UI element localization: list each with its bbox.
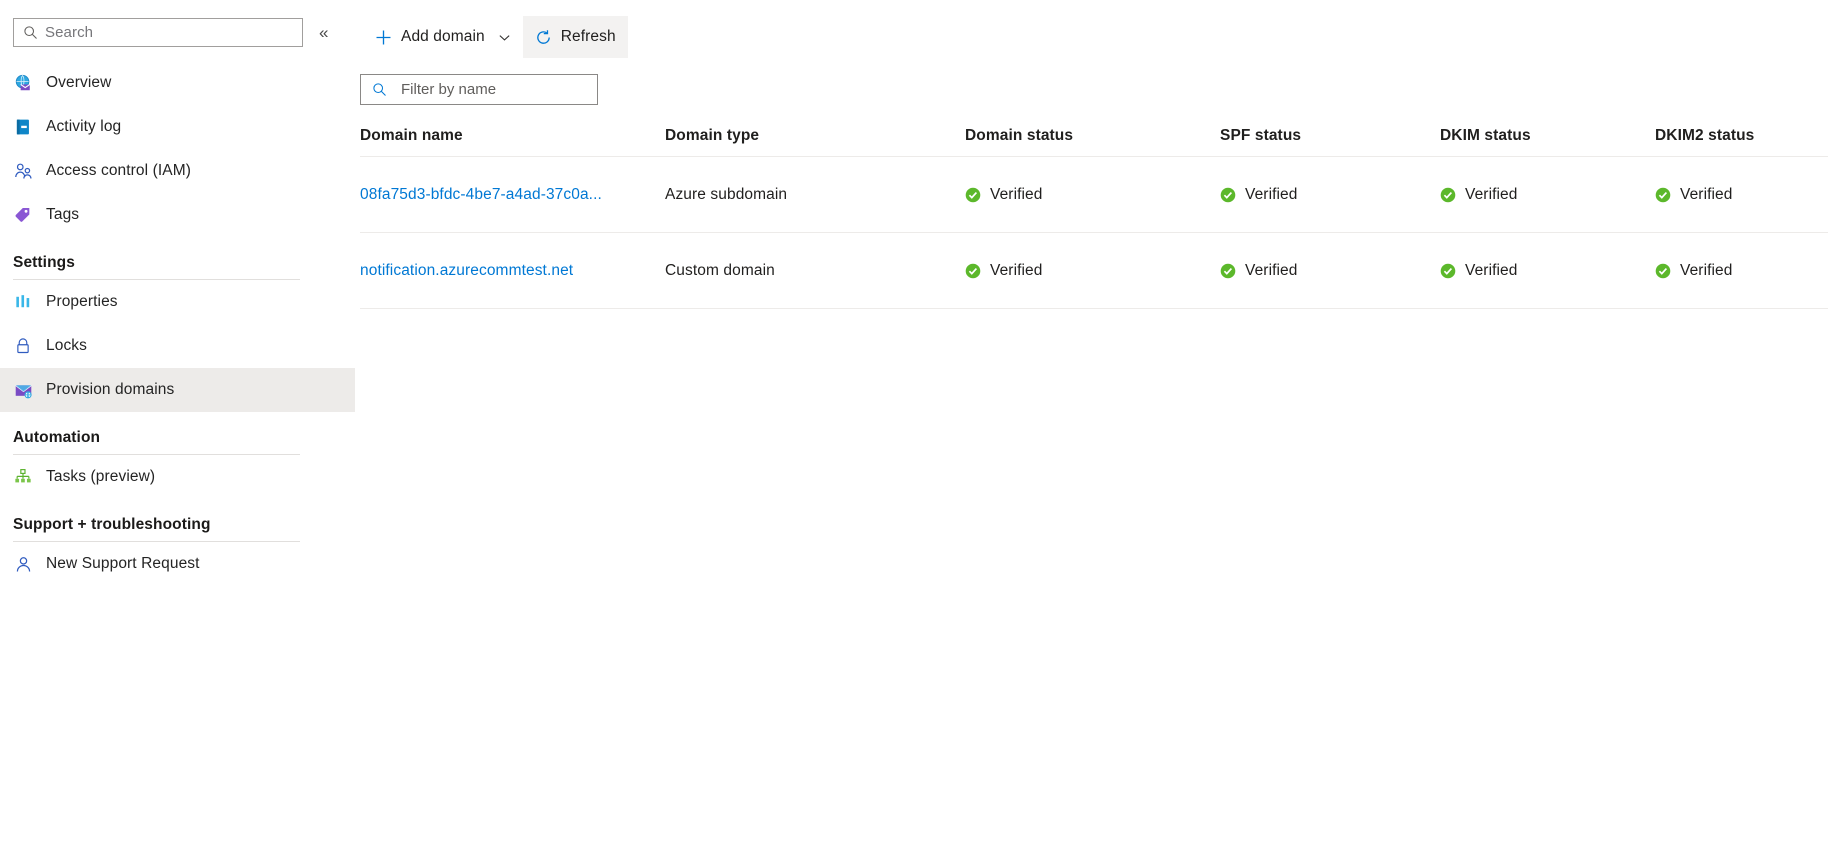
cell-domain-status: Verified <box>965 156 1220 233</box>
properties-icon <box>13 292 33 312</box>
cell-domain-type: Azure subdomain <box>665 156 965 233</box>
cell-spf-status: Verified <box>1220 156 1440 233</box>
email-globe-icon <box>13 73 33 93</box>
filter-by-name-input[interactable]: Filter by name <box>360 74 598 105</box>
section-title: Support + troubleshooting <box>13 516 211 533</box>
verified-check-icon <box>965 263 981 279</box>
sidebar-item-label: Properties <box>46 293 118 310</box>
refresh-label: Refresh <box>560 28 616 45</box>
status-label: Verified <box>990 185 1043 203</box>
cell-dkim-status: Verified <box>1440 156 1655 233</box>
status-label: Verified <box>1465 185 1518 203</box>
sidebar-top-nav: Overview Activity log Access control (IA… <box>0 61 355 237</box>
sidebar-item-label: Tags <box>46 206 80 223</box>
verified-check-icon <box>1220 187 1236 203</box>
verified-check-icon <box>1655 187 1671 203</box>
verified-check-icon <box>965 187 981 203</box>
search-icon <box>372 82 387 97</box>
cell-spf-status: Verified <box>1220 232 1440 309</box>
sidebar-item-locks[interactable]: Locks <box>0 324 355 368</box>
domain-name-link[interactable]: notification.azurecommtest.net <box>360 262 573 279</box>
domain-name-link[interactable]: 08fa75d3-bfdc-4be7-a4ad-37c0a... <box>360 186 602 203</box>
collapse-sidebar-button[interactable]: « <box>316 20 331 45</box>
refresh-icon <box>535 29 552 46</box>
cell-domain-name: notification.azurecommtest.net <box>360 232 665 309</box>
filter-row: Filter by name <box>355 74 1828 105</box>
column-header-domain-name[interactable]: Domain name <box>360 127 665 157</box>
status-label: Verified <box>1680 261 1733 279</box>
tag-icon <box>13 205 33 225</box>
status-label: Verified <box>1245 261 1298 279</box>
sidebar-section-automation-header: Automation <box>0 429 355 455</box>
sidebar-search-row: Search « <box>0 17 355 47</box>
add-domain-button[interactable]: Add domain <box>363 16 523 58</box>
sidebar-item-label: Provision domains <box>46 381 175 398</box>
status-label: Verified <box>1465 261 1518 279</box>
table-row[interactable]: notification.azurecommtest.net Custom do… <box>360 232 1828 309</box>
section-title: Settings <box>13 254 75 271</box>
support-person-icon <box>13 554 33 574</box>
verified-check-icon <box>1655 263 1671 279</box>
filter-placeholder: Filter by name <box>401 81 497 98</box>
sidebar: Search « Overview Activity log Access co… <box>0 0 355 860</box>
sidebar-item-label: Access control (IAM) <box>46 162 191 179</box>
chevron-down-icon[interactable] <box>498 31 511 44</box>
sidebar-item-overview[interactable]: Overview <box>0 61 355 105</box>
add-domain-label: Add domain <box>401 28 485 45</box>
status-label: Verified <box>1245 185 1298 203</box>
column-header-domain-status[interactable]: Domain status <box>965 127 1220 157</box>
column-header-dkim2-status[interactable]: DKIM2 status <box>1655 127 1828 157</box>
verified-check-icon <box>1440 187 1456 203</box>
sidebar-item-tasks[interactable]: Tasks (preview) <box>0 455 355 499</box>
sidebar-item-label: Tasks (preview) <box>46 468 156 485</box>
column-header-dkim-status[interactable]: DKIM status <box>1440 127 1655 157</box>
search-placeholder: Search <box>45 23 94 41</box>
sidebar-section-automation-items: Tasks (preview) <box>0 455 355 499</box>
access-control-icon <box>13 161 33 181</box>
sidebar-item-label: Locks <box>46 337 87 354</box>
cell-domain-status: Verified <box>965 232 1220 309</box>
cell-domain-type: Custom domain <box>665 232 965 309</box>
column-header-domain-type[interactable]: Domain type <box>665 127 965 157</box>
search-input[interactable]: Search <box>13 17 303 47</box>
command-toolbar: Add domain Refresh <box>355 16 1828 58</box>
cell-dkim2-status: Verified <box>1655 156 1828 233</box>
column-header-spf-status[interactable]: SPF status <box>1220 127 1440 157</box>
cell-domain-name: 08fa75d3-bfdc-4be7-a4ad-37c0a... <box>360 156 665 233</box>
main-content: Add domain Refresh Filter by name Domain… <box>355 0 1828 860</box>
sidebar-section-support-items: New Support Request <box>0 542 355 586</box>
sidebar-item-properties[interactable]: Properties <box>0 280 355 324</box>
status-label: Verified <box>990 261 1043 279</box>
sidebar-item-label: Overview <box>46 74 112 91</box>
sidebar-item-label: Activity log <box>46 118 122 135</box>
refresh-button[interactable]: Refresh <box>522 16 628 58</box>
lock-icon <box>13 336 33 356</box>
status-label: Verified <box>1680 185 1733 203</box>
section-title: Automation <box>13 429 101 446</box>
activity-log-icon <box>13 117 33 137</box>
sidebar-item-access-control[interactable]: Access control (IAM) <box>0 149 355 193</box>
sidebar-section-settings-items: Properties Locks Provision domains <box>0 280 355 412</box>
portal-page: Search « Overview Activity log Access co… <box>0 0 1828 860</box>
sidebar-section-support-header: Support + troubleshooting <box>0 516 355 542</box>
sidebar-item-provision-domains[interactable]: Provision domains <box>0 368 355 412</box>
verified-check-icon <box>1440 263 1456 279</box>
domains-table: Domain name Domain type Domain status SP… <box>360 127 1828 309</box>
sidebar-section-settings-header: Settings <box>0 254 355 280</box>
cell-dkim2-status: Verified <box>1655 232 1828 309</box>
sidebar-item-label: New Support Request <box>46 555 200 572</box>
table-header-row: Domain name Domain type Domain status SP… <box>360 127 1828 157</box>
table-row[interactable]: 08fa75d3-bfdc-4be7-a4ad-37c0a... Azure s… <box>360 156 1828 233</box>
sidebar-item-tags[interactable]: Tags <box>0 193 355 237</box>
sidebar-item-activity-log[interactable]: Activity log <box>0 105 355 149</box>
provision-domains-icon <box>13 380 33 400</box>
cell-dkim-status: Verified <box>1440 232 1655 309</box>
plus-icon <box>375 29 392 46</box>
sidebar-item-new-support-request[interactable]: New Support Request <box>0 542 355 586</box>
tasks-icon <box>13 467 33 487</box>
verified-check-icon <box>1220 263 1236 279</box>
search-icon <box>23 25 38 40</box>
